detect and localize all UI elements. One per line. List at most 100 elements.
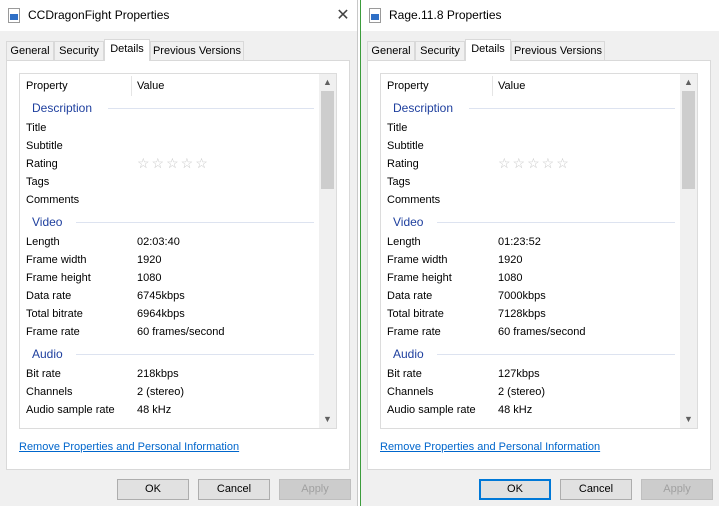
section-audio: Audio <box>393 347 424 361</box>
row-subtitle-label[interactable]: Subtitle <box>26 140 63 152</box>
section-divider <box>76 354 314 355</box>
row-frame-height-label[interactable]: Frame height <box>387 272 452 284</box>
ok-button[interactable]: OK <box>479 479 551 500</box>
apply-button[interactable]: Apply <box>641 479 713 500</box>
properties-list[interactable]: Property Value Description Title Subtitl… <box>380 73 698 429</box>
details-panel: Property Value Description Title Subtitl… <box>6 60 350 470</box>
row-frame-width-value[interactable]: 1920 <box>498 254 522 266</box>
row-frame-rate-value[interactable]: 60 frames/second <box>498 326 585 338</box>
row-frame-height-value[interactable]: 1080 <box>137 272 161 284</box>
vertical-scrollbar[interactable]: ▲ ▼ <box>680 74 697 428</box>
tab-details[interactable]: Details <box>465 39 511 61</box>
vertical-scrollbar[interactable]: ▲ ▼ <box>319 74 336 428</box>
section-video: Video <box>32 215 63 229</box>
row-total-bitrate-value[interactable]: 7128kbps <box>498 308 546 320</box>
cancel-button[interactable]: Cancel <box>560 479 632 500</box>
tab-previous-versions[interactable]: Previous Versions <box>150 41 244 60</box>
scroll-thumb[interactable] <box>321 91 334 189</box>
cancel-button[interactable]: Cancel <box>198 479 270 500</box>
properties-window-ccdragonfight: CCDragonFight Properties ✕ General Secur… <box>0 0 358 506</box>
title-bar[interactable]: Rage.11.8 Properties <box>361 0 719 31</box>
section-description: Description <box>32 101 93 115</box>
video-file-icon <box>8 8 20 23</box>
window-title: CCDragonFight Properties <box>28 8 170 22</box>
section-description: Description <box>393 101 454 115</box>
close-button[interactable] <box>691 0 719 31</box>
row-frame-width-value[interactable]: 1920 <box>137 254 161 266</box>
row-tags-label[interactable]: Tags <box>387 176 410 188</box>
window-title: Rage.11.8 Properties <box>389 8 502 22</box>
section-audio: Audio <box>32 347 63 361</box>
star-outline-icon[interactable]: ☆☆☆☆☆ <box>137 155 210 172</box>
row-bit-rate-value[interactable]: 127kbps <box>498 368 540 380</box>
row-channels-label[interactable]: Channels <box>26 386 72 398</box>
chevron-down-icon[interactable]: ▼ <box>319 411 336 428</box>
row-total-bitrate-value[interactable]: 6964kbps <box>137 308 185 320</box>
row-channels-value[interactable]: 2 (stereo) <box>137 386 184 398</box>
row-frame-height-value[interactable]: 1080 <box>498 272 522 284</box>
row-frame-rate-label[interactable]: Frame rate <box>26 326 80 338</box>
row-data-rate-value[interactable]: 7000kbps <box>498 290 546 302</box>
row-rating-label[interactable]: Rating <box>387 158 419 170</box>
row-bit-rate-value[interactable]: 218kbps <box>137 368 179 380</box>
row-data-rate-label[interactable]: Data rate <box>387 290 432 302</box>
row-channels-label[interactable]: Channels <box>387 386 433 398</box>
row-sample-rate-label[interactable]: Audio sample rate <box>387 404 476 416</box>
section-divider <box>437 354 675 355</box>
column-header-property[interactable]: Property <box>20 74 131 98</box>
video-file-icon <box>369 8 381 23</box>
row-length-value[interactable]: 01:23:52 <box>498 236 541 248</box>
row-frame-width-label[interactable]: Frame width <box>387 254 448 266</box>
row-tags-label[interactable]: Tags <box>26 176 49 188</box>
column-header-value[interactable]: Value <box>492 74 642 98</box>
row-length-value[interactable]: 02:03:40 <box>137 236 180 248</box>
row-bit-rate-label[interactable]: Bit rate <box>387 368 422 380</box>
row-sample-rate-value[interactable]: 48 kHz <box>137 404 171 416</box>
scroll-thumb[interactable] <box>682 91 695 189</box>
row-length-label[interactable]: Length <box>26 236 60 248</box>
column-header-property[interactable]: Property <box>381 74 492 98</box>
tab-security[interactable]: Security <box>415 41 465 60</box>
row-subtitle-label[interactable]: Subtitle <box>387 140 424 152</box>
row-length-label[interactable]: Length <box>387 236 421 248</box>
tab-security[interactable]: Security <box>54 41 104 60</box>
section-divider <box>469 108 675 109</box>
properties-list[interactable]: Property Value Description Title Subtitl… <box>19 73 337 429</box>
chevron-down-icon[interactable]: ▼ <box>680 411 697 428</box>
row-frame-height-label[interactable]: Frame height <box>26 272 91 284</box>
column-header-value[interactable]: Value <box>131 74 281 98</box>
tab-details[interactable]: Details <box>104 39 150 61</box>
row-frame-rate-label[interactable]: Frame rate <box>387 326 441 338</box>
row-data-rate-label[interactable]: Data rate <box>26 290 71 302</box>
section-divider <box>108 108 314 109</box>
row-total-bitrate-label[interactable]: Total bitrate <box>387 308 444 320</box>
close-button[interactable]: ✕ <box>329 0 357 31</box>
ok-button[interactable]: OK <box>117 479 189 500</box>
row-rating-label[interactable]: Rating <box>26 158 58 170</box>
chevron-up-icon[interactable]: ▲ <box>319 74 336 91</box>
row-data-rate-value[interactable]: 6745kbps <box>137 290 185 302</box>
tab-general[interactable]: General <box>367 41 415 60</box>
star-outline-icon[interactable]: ☆☆☆☆☆ <box>498 155 571 172</box>
row-channels-value[interactable]: 2 (stereo) <box>498 386 545 398</box>
tab-previous-versions[interactable]: Previous Versions <box>511 41 605 60</box>
row-comments-label[interactable]: Comments <box>387 194 440 206</box>
chevron-up-icon[interactable]: ▲ <box>680 74 697 91</box>
row-sample-rate-value[interactable]: 48 kHz <box>498 404 532 416</box>
row-title-label[interactable]: Title <box>387 122 407 134</box>
section-divider <box>437 222 675 223</box>
row-comments-label[interactable]: Comments <box>26 194 79 206</box>
remove-properties-link[interactable]: Remove Properties and Personal Informati… <box>380 441 600 453</box>
row-sample-rate-label[interactable]: Audio sample rate <box>26 404 115 416</box>
remove-properties-link[interactable]: Remove Properties and Personal Informati… <box>19 441 239 453</box>
row-frame-width-label[interactable]: Frame width <box>26 254 87 266</box>
row-total-bitrate-label[interactable]: Total bitrate <box>26 308 83 320</box>
title-bar[interactable]: CCDragonFight Properties ✕ <box>0 0 357 31</box>
row-bit-rate-label[interactable]: Bit rate <box>26 368 61 380</box>
apply-button[interactable]: Apply <box>279 479 351 500</box>
tab-general[interactable]: General <box>6 41 54 60</box>
row-frame-rate-value[interactable]: 60 frames/second <box>137 326 224 338</box>
section-divider <box>76 222 314 223</box>
section-video: Video <box>393 215 424 229</box>
row-title-label[interactable]: Title <box>26 122 46 134</box>
